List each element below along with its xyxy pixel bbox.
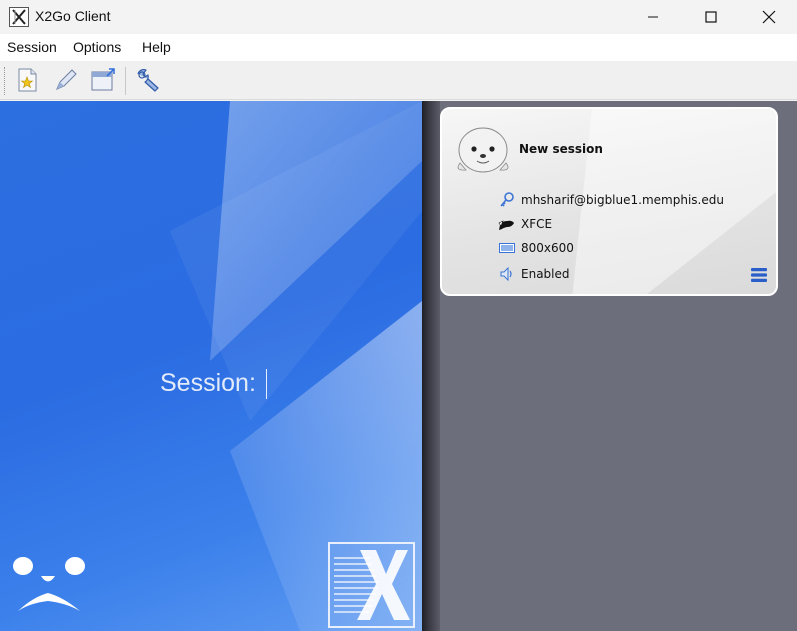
wrench-icon bbox=[137, 68, 159, 92]
close-button[interactable] bbox=[740, 0, 797, 34]
minimize-button[interactable] bbox=[624, 0, 682, 34]
desktop-text: XFCE bbox=[521, 217, 553, 231]
toolbar bbox=[0, 61, 797, 100]
preferences-button[interactable] bbox=[133, 66, 161, 94]
menu-bar: Session Options Help bbox=[0, 34, 797, 61]
seal-face-icon bbox=[13, 557, 85, 611]
seal-avatar-icon bbox=[457, 127, 509, 173]
menu-help[interactable]: Help bbox=[142, 39, 171, 55]
session-shortcut-icon bbox=[91, 68, 115, 91]
window-title: X2Go Client bbox=[35, 8, 111, 24]
edit-session-button[interactable] bbox=[52, 66, 80, 94]
hamburger-icon bbox=[751, 268, 767, 282]
maximize-button[interactable] bbox=[682, 0, 740, 34]
maximize-icon bbox=[705, 11, 717, 23]
edit-session-icon bbox=[56, 69, 77, 90]
title-bar: X2Go Client bbox=[0, 0, 797, 34]
speaker-icon bbox=[498, 266, 516, 282]
resolution-text: 800x600 bbox=[521, 241, 574, 255]
server-text: mhsharif@bigblue1.memphis.edu bbox=[521, 193, 724, 207]
desktop-row: XFCE bbox=[498, 215, 552, 233]
session-shortcut-button[interactable] bbox=[89, 66, 117, 94]
menu-options[interactable]: Options bbox=[73, 39, 121, 55]
session-menu-button[interactable] bbox=[750, 267, 768, 283]
menu-session[interactable]: Session bbox=[7, 39, 57, 55]
sessions-panel: New session mhsharif@bigblue1.memphis.ed… bbox=[440, 101, 797, 631]
sound-row: Enabled bbox=[498, 265, 570, 283]
toolbar-separator bbox=[125, 67, 126, 95]
resolution-row: 800x600 bbox=[498, 239, 574, 257]
server-row: mhsharif@bigblue1.memphis.edu bbox=[498, 191, 724, 209]
close-icon bbox=[762, 10, 776, 24]
new-session-button[interactable] bbox=[13, 66, 41, 94]
new-session-icon bbox=[18, 68, 37, 92]
minimize-icon bbox=[648, 16, 658, 18]
session-card[interactable]: New session mhsharif@bigblue1.memphis.ed… bbox=[440, 107, 778, 296]
key-icon bbox=[498, 192, 516, 208]
panel-divider[interactable] bbox=[422, 101, 440, 631]
xfce-mouse-icon bbox=[498, 216, 516, 232]
display-icon bbox=[498, 240, 516, 256]
session-label: Session: bbox=[160, 369, 256, 397]
session-name: New session bbox=[519, 142, 603, 156]
x2go-app-icon bbox=[9, 7, 29, 27]
toolbar-grip[interactable] bbox=[4, 67, 6, 95]
login-panel: Session: bbox=[0, 101, 422, 631]
x2go-logo bbox=[328, 542, 415, 628]
sound-text: Enabled bbox=[521, 267, 570, 281]
session-input[interactable] bbox=[266, 369, 267, 399]
